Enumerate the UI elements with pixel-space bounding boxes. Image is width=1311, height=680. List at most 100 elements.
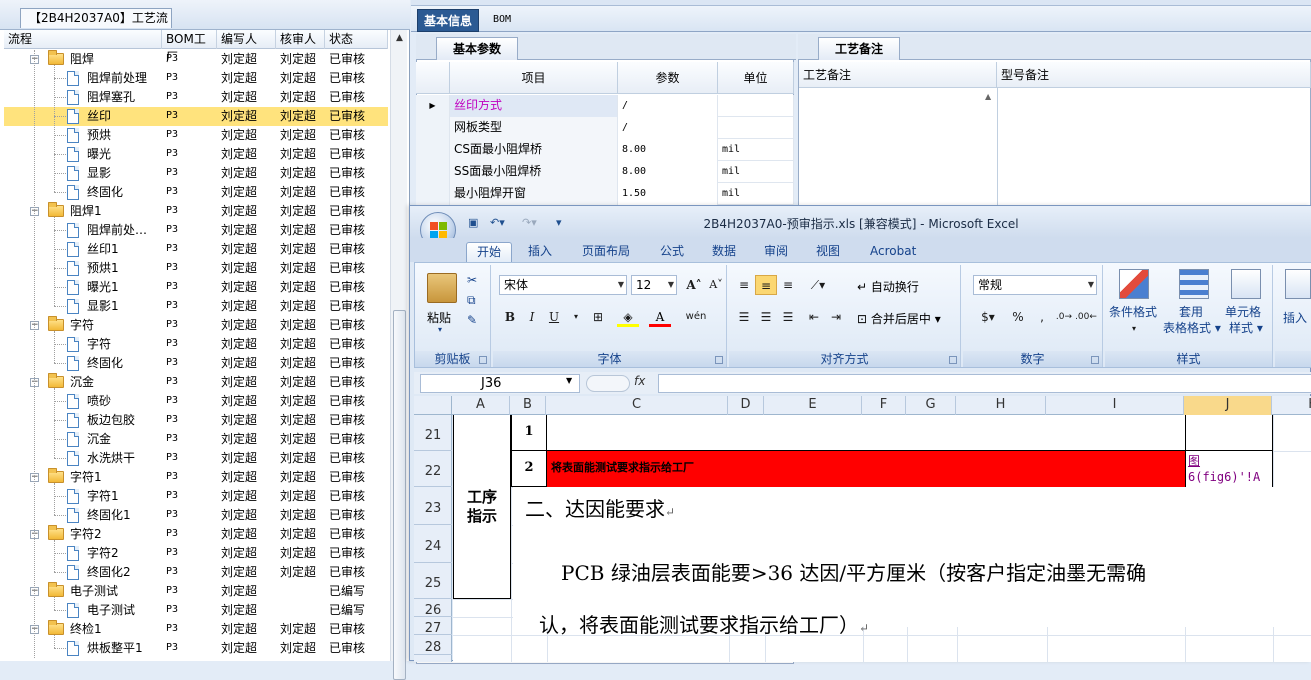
ribbon-tab-1[interactable]: 插入 bbox=[518, 242, 562, 262]
process-flow-tab[interactable]: 【2B4H2037A0】工艺流程 bbox=[20, 8, 172, 43]
tree-item-row[interactable]: 电子测试 P3 刘定超 已编写 bbox=[4, 601, 388, 620]
italic-button[interactable]: I bbox=[521, 307, 543, 327]
tree-item-row[interactable]: 曝光 P3 刘定超 刘定超 已审核 bbox=[4, 145, 388, 164]
format-as-table-label-1[interactable]: 套用 bbox=[1179, 303, 1203, 320]
name-box[interactable]: J36 bbox=[420, 374, 580, 393]
tab-basic-info[interactable]: 基本信息 bbox=[417, 9, 480, 32]
paste-dropdown-icon[interactable]: ▾ bbox=[438, 325, 442, 334]
tree-folder-row[interactable]: − 电子测试 P3 刘定超 已编写 bbox=[4, 582, 388, 601]
notes-scroll-up-icon[interactable]: ▲ bbox=[985, 92, 997, 104]
undo-icon[interactable]: ↶▾ bbox=[490, 214, 505, 232]
tree-item-row[interactable]: 丝印1 P3 刘定超 刘定超 已审核 bbox=[4, 240, 388, 259]
cell-b21[interactable]: 1 bbox=[511, 415, 547, 451]
param-value[interactable]: / bbox=[618, 95, 718, 117]
tree-item-row[interactable]: 预烘1 P3 刘定超 刘定超 已审核 bbox=[4, 259, 388, 278]
ribbon-tab-7[interactable]: Acrobat bbox=[860, 242, 926, 262]
header-process-note[interactable]: 工艺备注 bbox=[799, 62, 997, 88]
header-flow[interactable]: 流程 bbox=[4, 30, 162, 49]
underline-button[interactable]: U bbox=[543, 307, 565, 327]
tree-item-row[interactable]: 烘板整平1 P3 刘定超 刘定超 已审核 bbox=[4, 639, 388, 658]
tree-folder-row[interactable]: − 字符 P3 刘定超 刘定超 已审核 bbox=[4, 316, 388, 335]
tree-item-row[interactable]: 显影1 P3 刘定超 刘定超 已审核 bbox=[4, 297, 388, 316]
tree-folder-row[interactable]: − 沉金 P3 刘定超 刘定超 已审核 bbox=[4, 373, 388, 392]
tree-item-row[interactable]: 曝光1 P3 刘定超 刘定超 已审核 bbox=[4, 278, 388, 297]
cell-styles-icon[interactable] bbox=[1231, 269, 1261, 299]
tree-item-row[interactable]: 字符2 P3 刘定超 刘定超 已审核 bbox=[4, 544, 388, 563]
param-value[interactable]: 8.00 bbox=[618, 139, 718, 161]
copy-icon[interactable]: ⧉ bbox=[467, 293, 476, 308]
bold-button[interactable]: B bbox=[499, 307, 521, 327]
number-format-combo[interactable]: 常规 ▼ bbox=[973, 275, 1097, 295]
paste-label[interactable]: 粘贴 bbox=[427, 309, 451, 326]
paste-icon[interactable] bbox=[427, 273, 457, 303]
align-right-icon[interactable]: ☰ bbox=[777, 307, 799, 327]
comma-button[interactable]: , bbox=[1031, 307, 1053, 327]
tree-item-row[interactable]: 字符 P3 刘定超 刘定超 已审核 bbox=[4, 335, 388, 354]
worksheet-grid[interactable]: 工序 指示 1 2 将表面能测试要求指示给工厂图 6(fig6)'!A 二、达因能要求↵ P… bbox=[453, 415, 1311, 662]
format-as-table-label-2[interactable]: 表格格式 ▾ bbox=[1163, 319, 1221, 336]
font-name-combo[interactable]: 宋体 ▼ bbox=[499, 275, 627, 295]
align-left-icon[interactable]: ☰ bbox=[733, 307, 755, 327]
row-header-27[interactable]: 27 bbox=[414, 617, 452, 636]
tree-item-row[interactable]: 丝印 P3 刘定超 刘定超 已审核 bbox=[4, 107, 388, 126]
cell-styles-label-2[interactable]: 样式 ▾ bbox=[1229, 319, 1263, 336]
tab-basic-params[interactable]: 基本参数 bbox=[436, 37, 519, 60]
param-value[interactable]: 8.00 bbox=[618, 161, 718, 183]
number-launcher-icon[interactable] bbox=[1091, 356, 1099, 364]
tree-item-row[interactable]: 显影 P3 刘定超 刘定超 已审核 bbox=[4, 164, 388, 183]
ribbon-tab-2[interactable]: 页面布局 bbox=[572, 242, 640, 262]
scroll-up-icon[interactable]: ▲ bbox=[391, 30, 408, 47]
redo-icon[interactable]: ↷▾ bbox=[522, 214, 537, 232]
tree-folder-row[interactable]: − 终检1 P3 刘定超 刘定超 已审核 bbox=[4, 620, 388, 639]
formula-input[interactable] bbox=[658, 374, 1311, 393]
hyperlink-text[interactable]: 6(fig6)'!A bbox=[1188, 469, 1270, 485]
cut-icon[interactable]: ✂ bbox=[467, 273, 477, 287]
tab-bom[interactable]: BOM bbox=[487, 9, 517, 32]
tree-item-row[interactable]: 阻焊前处理 P3 刘定超 刘定超 已审核 bbox=[4, 69, 388, 88]
increase-decimal-icon[interactable]: .0→ bbox=[1053, 307, 1075, 327]
tree-item-row[interactable]: 水洗烘干 P3 刘定超 刘定超 已审核 bbox=[4, 449, 388, 468]
row-header-25[interactable]: 25 bbox=[414, 563, 452, 599]
column-header-K[interactable]: K bbox=[1272, 396, 1311, 415]
phonetic-icon[interactable]: wén bbox=[681, 307, 711, 327]
tree-item-row[interactable]: 终固化1 P3 刘定超 刘定超 已审核 bbox=[4, 506, 388, 525]
fill-color-icon[interactable]: ◈ bbox=[617, 307, 639, 327]
header-status[interactable]: 状态 bbox=[325, 30, 388, 49]
insert-function-button[interactable]: fx bbox=[634, 374, 654, 393]
tree-folder-row[interactable]: − 字符1 P3 刘定超 刘定超 已审核 bbox=[4, 468, 388, 487]
font-launcher-icon[interactable] bbox=[715, 356, 723, 364]
cell-j21[interactable] bbox=[1185, 415, 1273, 451]
clipboard-launcher-icon[interactable] bbox=[479, 356, 487, 364]
row-header-24[interactable]: 24 bbox=[414, 525, 452, 563]
column-header-C[interactable]: C bbox=[546, 396, 728, 415]
formula-bar-resize[interactable] bbox=[586, 375, 630, 392]
align-middle-icon[interactable]: ≡ bbox=[755, 275, 777, 295]
wrap-text-button[interactable]: ↵ 自动换行 bbox=[857, 278, 919, 295]
chevron-down-icon[interactable]: ▾ bbox=[1123, 319, 1145, 339]
customize-qat-icon[interactable]: ▾ bbox=[556, 214, 562, 232]
chevron-down-icon[interactable]: ▾ bbox=[565, 307, 587, 327]
font-size-combo[interactable]: 12 ▼ bbox=[631, 275, 677, 295]
tree-item-row[interactable]: 阻焊塞孔 P3 刘定超 刘定超 已审核 bbox=[4, 88, 388, 107]
tree-item-row[interactable]: 板边包胶 P3 刘定超 刘定超 已审核 bbox=[4, 411, 388, 430]
scroll-thumb[interactable] bbox=[393, 310, 406, 680]
cell-b22[interactable]: 2 bbox=[511, 451, 547, 487]
select-all-corner[interactable] bbox=[414, 396, 452, 415]
param-row[interactable]: 最小阻焊开窗 1.50 mil bbox=[416, 183, 794, 205]
format-as-table-icon[interactable] bbox=[1179, 269, 1209, 299]
percent-button[interactable]: % bbox=[1007, 307, 1029, 327]
tree-item-row[interactable]: 沉金 P3 刘定超 刘定超 已审核 bbox=[4, 430, 388, 449]
decrease-decimal-icon[interactable]: .00← bbox=[1075, 307, 1097, 327]
column-header-H[interactable]: H bbox=[956, 396, 1046, 415]
row-header-26[interactable]: 26 bbox=[414, 599, 452, 618]
param-value[interactable]: / bbox=[618, 117, 718, 139]
tree-item-row[interactable]: 终固化2 P3 刘定超 刘定超 已审核 bbox=[4, 563, 388, 582]
row-header-23[interactable]: 23 bbox=[414, 487, 452, 525]
cell-j22[interactable]: 图 6(fig6)'!A bbox=[1185, 451, 1273, 487]
param-row[interactable]: SS面最小阻焊桥 8.00 mil bbox=[416, 161, 794, 183]
header-model-note[interactable]: 型号备注 bbox=[997, 62, 1311, 88]
shrink-font-icon[interactable]: A˅ bbox=[705, 275, 727, 295]
align-bottom-icon[interactable]: ≡ bbox=[777, 275, 799, 295]
save-icon[interactable]: ▣ bbox=[468, 214, 478, 232]
align-top-icon[interactable]: ≡ bbox=[733, 275, 755, 295]
